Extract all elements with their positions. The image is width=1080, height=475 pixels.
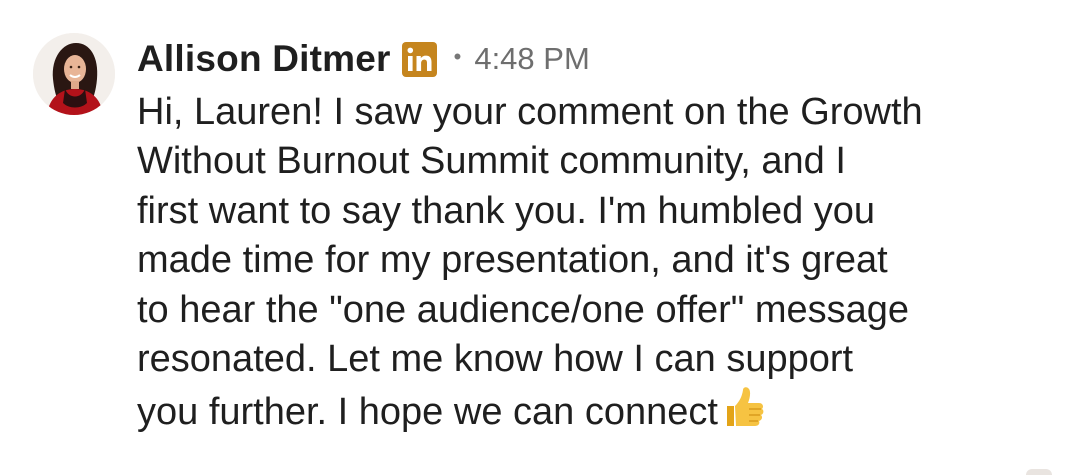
message-line: Without Burnout Summit community, and I [137, 140, 846, 183]
message-line: you further. I hope we can connect [137, 391, 718, 434]
message-line: resonated. Let me know how I can support [137, 338, 854, 381]
message-body: Hi, Lauren! I saw your comment on the Gr… [137, 88, 1037, 444]
message-item: Allison Ditmer • 4:48 PM Hi, Lauren! I s… [0, 0, 1080, 475]
message-line: to hear the "one audience/one offer" mes… [137, 288, 910, 331]
next-avatar-edge [1026, 469, 1052, 475]
avatar[interactable] [33, 33, 115, 115]
header-separator: • [453, 44, 462, 69]
message-line: Hi, Lauren! I saw your comment on the Gr… [137, 91, 923, 133]
thumbs-up-icon [721, 384, 767, 443]
timestamp: 4:48 PM [474, 41, 590, 76]
message-line: made time for my presentation, and it's … [137, 239, 888, 282]
linkedin-icon[interactable] [401, 41, 437, 77]
message-header: Allison Ditmer • 4:48 PM [137, 33, 590, 85]
sender-name[interactable]: Allison Ditmer [137, 38, 391, 80]
message-last-line: you further. I hope we can connect [137, 384, 1037, 443]
message-line: first want to say thank you. I'm humbled… [137, 189, 876, 232]
